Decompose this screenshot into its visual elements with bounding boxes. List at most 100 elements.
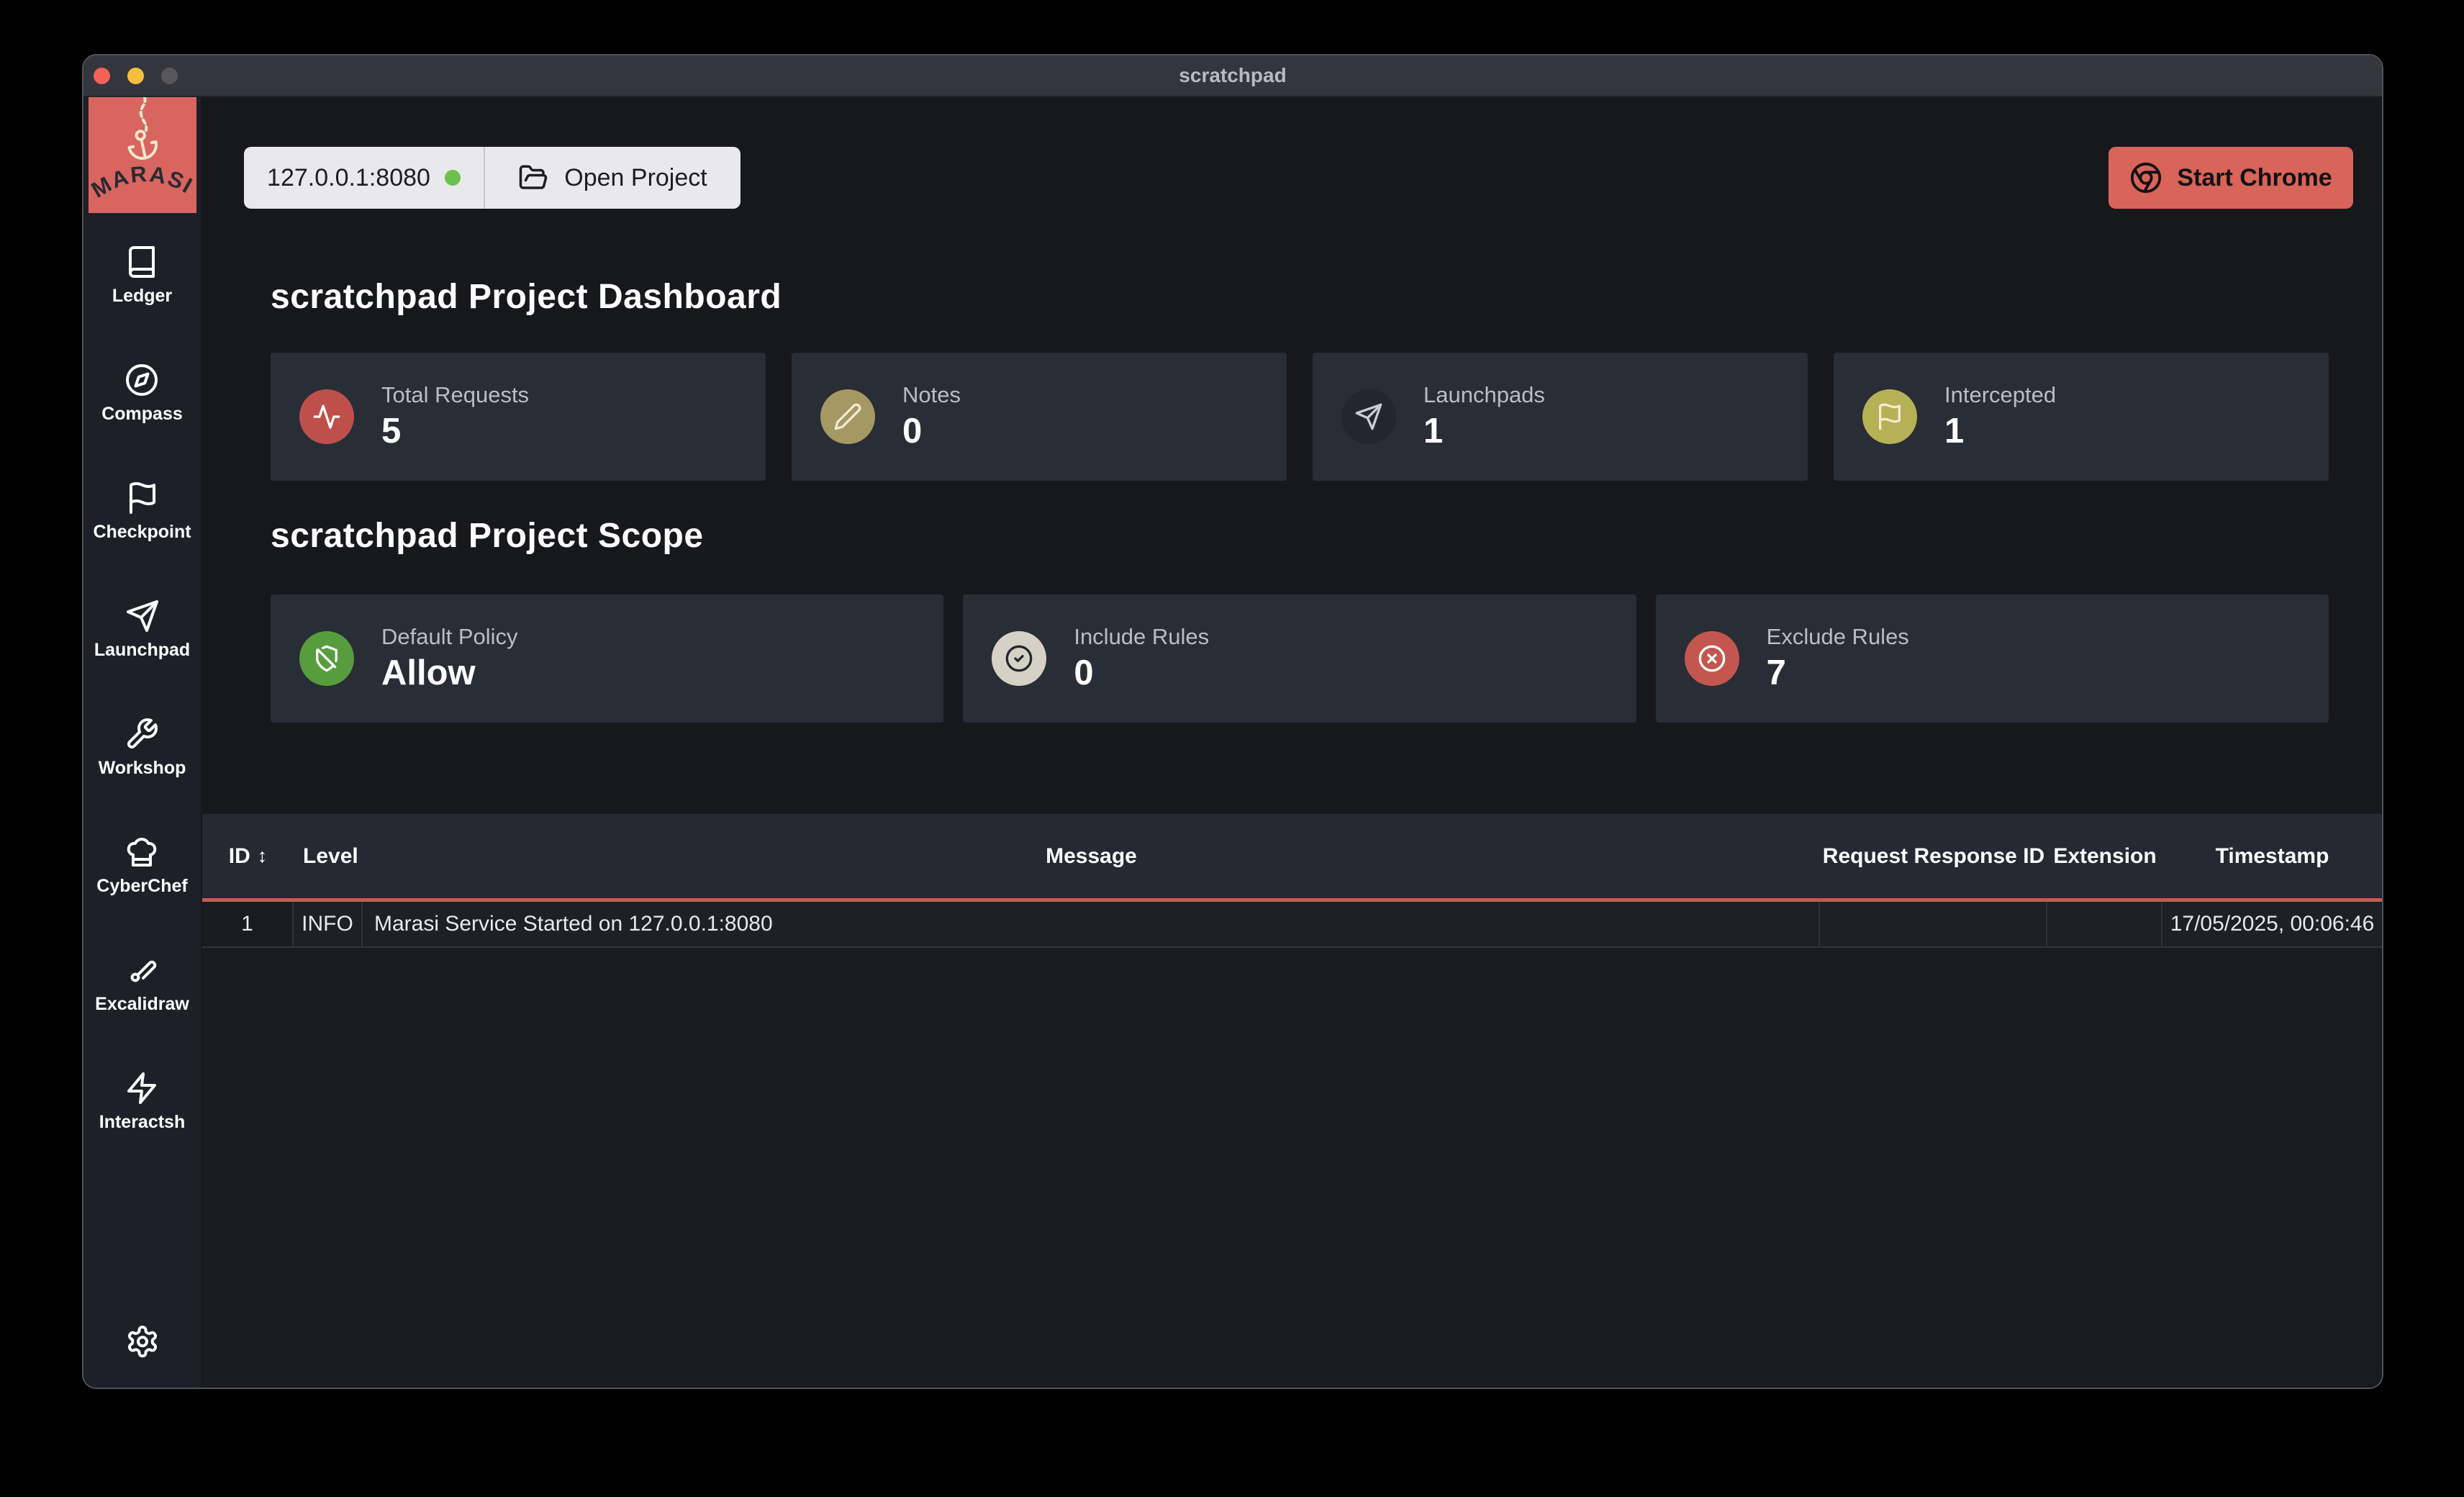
- stat-value: 5: [381, 413, 529, 450]
- scope-label: Exclude Rules: [1767, 625, 1909, 649]
- logo-text: MARASI: [89, 161, 196, 203]
- svg-text:MARASI: MARASI: [89, 161, 196, 203]
- sidebar: MARASI Ledger Compass Checkpoint: [83, 97, 201, 1388]
- folder-open-icon: [518, 163, 548, 193]
- shield-off-icon: [312, 644, 341, 673]
- stat-label: Total Requests: [381, 383, 529, 407]
- sort-arrows-icon: ↕: [258, 845, 268, 867]
- column-header-request-response-id[interactable]: Request Response ID: [1820, 814, 2047, 898]
- scope-cards: Default Policy Allow Include Rules 0: [271, 594, 2329, 723]
- stat-label: Notes: [902, 383, 961, 407]
- sidebar-item-label: Launchpad: [94, 640, 190, 661]
- scope-icon-circle: [1685, 631, 1739, 686]
- close-button[interactable]: [94, 68, 110, 84]
- sidebar-item-launchpad[interactable]: Launchpad: [94, 599, 190, 661]
- flag-icon: [125, 481, 160, 515]
- cell-id: 1: [202, 902, 294, 946]
- scope-label: Include Rules: [1074, 625, 1209, 649]
- cell-extension: [2047, 902, 2162, 946]
- scope-title: scratchpad Project Scope: [271, 516, 704, 556]
- stat-label: Launchpads: [1423, 383, 1545, 407]
- sidebar-item-label: Workshop: [99, 758, 186, 779]
- sidebar-item-compass[interactable]: Compass: [101, 363, 183, 425]
- proxy-status-dot: [445, 170, 461, 186]
- column-header-extension[interactable]: Extension: [2047, 814, 2162, 898]
- stat-icon-circle: [820, 389, 875, 444]
- zoom-button[interactable]: [161, 68, 178, 84]
- traffic-lights: [94, 55, 178, 96]
- send-icon: [125, 599, 160, 633]
- check-circle-icon: [1005, 644, 1033, 673]
- scope-card-include-rules: Include Rules 0: [963, 594, 1636, 723]
- start-chrome-button[interactable]: Start Chrome: [2109, 147, 2353, 209]
- scope-value: 7: [1767, 655, 1909, 692]
- stat-value: 1: [1423, 413, 1545, 450]
- proxy-address: 127.0.0.1:8080: [244, 147, 484, 209]
- settings-button[interactable]: [125, 1324, 160, 1359]
- scope-icon-circle: [992, 631, 1046, 686]
- stat-card-total-requests: Total Requests 5: [271, 353, 766, 481]
- book-icon: [124, 245, 159, 279]
- stat-label: Intercepted: [1944, 383, 2056, 407]
- cell-level: INFO: [294, 902, 363, 946]
- gear-icon: [125, 1324, 160, 1359]
- sidebar-nav: Ledger Compass Checkpoint Launchpad Work…: [93, 245, 191, 1133]
- marasi-logo: MARASI: [89, 97, 196, 213]
- anchor-logo-icon: MARASI: [89, 97, 196, 213]
- column-header-level[interactable]: Level: [294, 814, 363, 898]
- log-table-header: ID ↕ Level Message Request Response ID E…: [202, 814, 2382, 902]
- sidebar-item-label: Excalidraw: [95, 994, 189, 1015]
- sidebar-item-label: Interactsh: [99, 1112, 185, 1133]
- sidebar-item-ledger[interactable]: Ledger: [112, 245, 172, 307]
- dashboard-stat-cards: Total Requests 5 Notes 0: [271, 353, 2329, 481]
- column-header-timestamp[interactable]: Timestamp: [2162, 814, 2382, 898]
- minimize-button[interactable]: [127, 68, 144, 84]
- start-chrome-label: Start Chrome: [2177, 164, 2332, 192]
- flag-icon: [1875, 402, 1904, 431]
- proxy-control: 127.0.0.1:8080 Open Project: [244, 147, 740, 209]
- main-content: 127.0.0.1:8080 Open Project Start Chrome…: [201, 97, 2382, 1388]
- stat-icon-circle: [1862, 389, 1917, 444]
- open-project-label: Open Project: [564, 164, 707, 192]
- sidebar-item-label: Compass: [101, 404, 183, 425]
- sidebar-item-workshop[interactable]: Workshop: [99, 717, 186, 779]
- cell-timestamp: 17/05/2025, 00:06:46: [2162, 902, 2382, 946]
- log-table: ID ↕ Level Message Request Response ID E…: [202, 814, 2382, 1388]
- send-icon: [1354, 402, 1383, 431]
- sidebar-item-label: Ledger: [112, 286, 172, 307]
- stat-icon-circle: [299, 389, 354, 444]
- cell-request-response-id: [1820, 902, 2047, 946]
- scope-value: Allow: [381, 655, 518, 692]
- open-project-button[interactable]: Open Project: [484, 147, 740, 209]
- chrome-icon: [2129, 161, 2162, 194]
- cell-message: Marasi Service Started on 127.0.0.1:8080: [363, 902, 1820, 946]
- scope-icon-circle: [299, 631, 354, 686]
- window-title: scratchpad: [1179, 64, 1286, 87]
- stat-card-notes: Notes 0: [792, 353, 1287, 481]
- sidebar-item-interactsh[interactable]: Interactsh: [99, 1071, 185, 1133]
- log-table-row[interactable]: 1 INFO Marasi Service Started on 127.0.0…: [202, 902, 2382, 948]
- activity-icon: [312, 402, 341, 431]
- stat-icon-circle: [1341, 389, 1396, 444]
- scope-value: 0: [1074, 655, 1209, 692]
- stat-card-launchpads: Launchpads 1: [1313, 353, 1808, 481]
- stat-card-intercepted: Intercepted 1: [1834, 353, 2329, 481]
- sidebar-item-label: Checkpoint: [93, 522, 191, 543]
- sidebar-item-checkpoint[interactable]: Checkpoint: [93, 481, 191, 543]
- stat-value: 1: [1944, 413, 2056, 450]
- scope-card-exclude-rules: Exclude Rules 7: [1656, 594, 2329, 723]
- scope-card-default-policy: Default Policy Allow: [271, 594, 943, 723]
- sidebar-item-excalidraw[interactable]: Excalidraw: [95, 953, 189, 1015]
- sidebar-item-cyberchef[interactable]: CyberChef: [96, 835, 187, 897]
- column-header-id[interactable]: ID ↕: [202, 814, 294, 898]
- zap-icon: [124, 1071, 159, 1105]
- paintbrush-icon: [124, 953, 159, 987]
- title-bar: scratchpad: [83, 55, 2382, 97]
- app-window: scratchpad MARASI: [82, 54, 2383, 1389]
- sidebar-item-label: CyberChef: [96, 876, 187, 897]
- scope-label: Default Policy: [381, 625, 518, 649]
- pencil-icon: [833, 402, 862, 431]
- column-header-message[interactable]: Message: [363, 814, 1820, 898]
- stat-value: 0: [902, 413, 961, 450]
- dashboard-title: scratchpad Project Dashboard: [271, 277, 782, 317]
